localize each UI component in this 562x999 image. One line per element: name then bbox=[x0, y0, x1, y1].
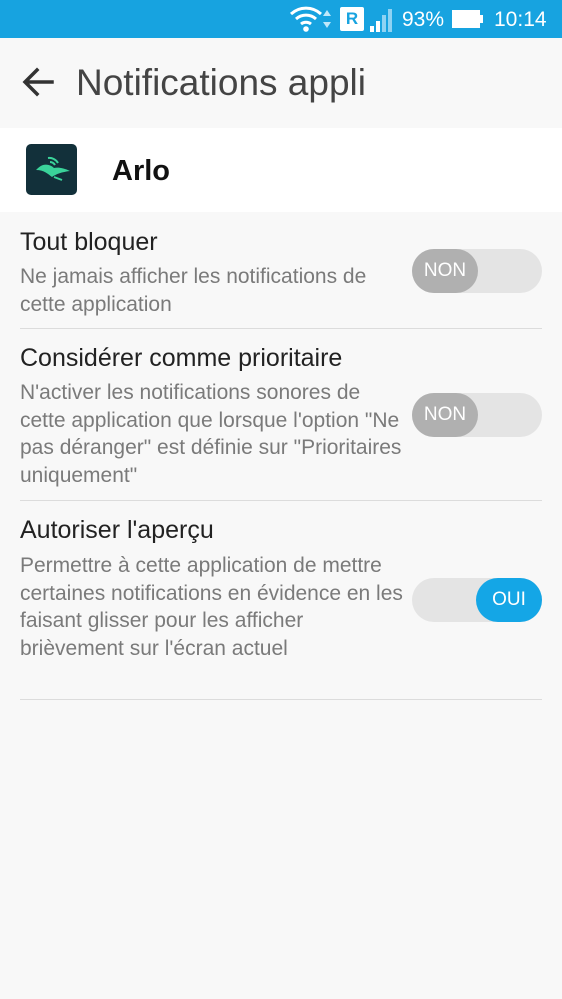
block-all-toggle[interactable]: NON bbox=[412, 249, 542, 293]
clock: 10:14 bbox=[494, 8, 547, 31]
setting-title: Considérer comme prioritaire bbox=[20, 344, 343, 372]
roaming-icon: R bbox=[340, 7, 364, 31]
app-bar: Notifications appli bbox=[0, 38, 562, 128]
page-title: Notifications appli bbox=[76, 62, 366, 103]
setting-title: Autoriser l'aperçu bbox=[20, 516, 214, 544]
divider bbox=[20, 500, 542, 501]
priority-toggle[interactable]: NON bbox=[412, 393, 542, 437]
toggle-knob: NON bbox=[412, 249, 478, 293]
battery-icon bbox=[452, 10, 483, 28]
app-name: Arlo bbox=[112, 155, 170, 187]
back-arrow-icon[interactable] bbox=[18, 62, 58, 102]
app-header-row: Arlo bbox=[0, 128, 562, 212]
divider bbox=[20, 699, 542, 700]
wifi-icon bbox=[289, 6, 323, 32]
status-bar: R 93% 10:14 bbox=[0, 0, 562, 38]
setting-description: Permettre à cette application de mettre … bbox=[20, 554, 403, 660]
setting-description: Ne jamais afficher les notifications de … bbox=[20, 265, 367, 316]
setting-description: N'activer les notifications sonores de c… bbox=[20, 381, 402, 487]
toggle-knob: OUI bbox=[476, 578, 542, 622]
divider bbox=[20, 328, 542, 329]
signal-icon bbox=[370, 9, 392, 32]
data-arrows-icon bbox=[323, 10, 331, 28]
toggle-knob: NON bbox=[412, 393, 478, 437]
peek-toggle[interactable]: OUI bbox=[412, 578, 542, 622]
setting-title: Tout bloquer bbox=[20, 228, 158, 256]
battery-percent: 93% bbox=[402, 8, 445, 31]
arlo-bird-icon bbox=[26, 144, 77, 195]
